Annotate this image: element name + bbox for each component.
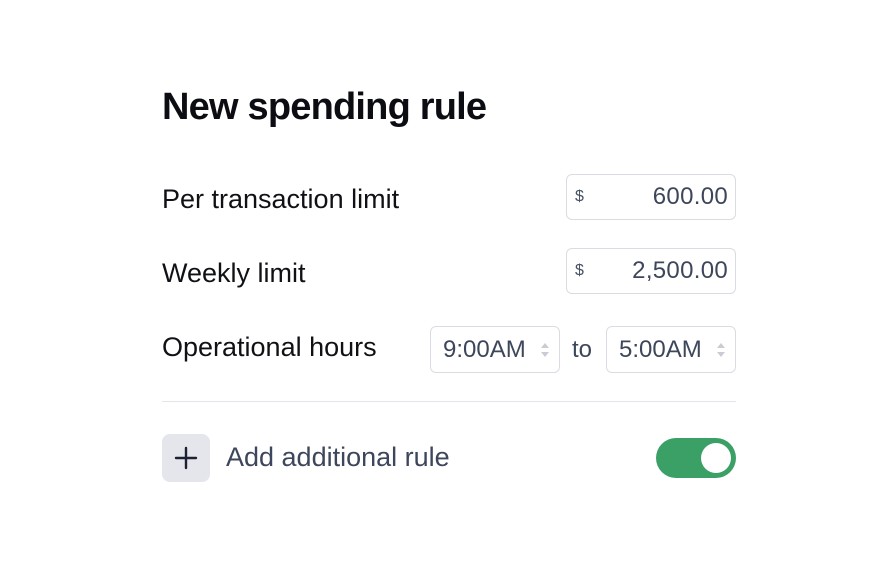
toggle-knob [701,443,731,473]
per-transaction-input[interactable]: $ 600.00 [566,174,736,220]
plus-icon [174,446,198,470]
add-rule-button[interactable] [162,434,210,482]
weekly-limit-value: 2,500.00 [632,257,728,284]
rule-toggle[interactable] [656,438,736,478]
currency-symbol: $ [575,188,584,205]
operational-hours-label: Operational hours [162,332,377,362]
time-separator: to [572,336,593,363]
currency-symbol: $ [575,262,584,279]
up-down-chevron-icon [541,343,549,357]
page-title: New spending rule [162,86,487,128]
per-transaction-label: Per transaction limit [162,184,400,214]
start-time-value: 9:00AM [443,336,526,363]
end-time-select[interactable]: 5:00AM [606,326,736,373]
end-time-value: 5:00AM [619,336,702,363]
weekly-limit-input[interactable]: $ 2,500.00 [566,248,736,294]
per-transaction-value: 600.00 [652,183,728,210]
divider [162,401,736,402]
weekly-limit-label: Weekly limit [162,258,306,288]
up-down-chevron-icon [717,343,725,357]
add-rule-label: Add additional rule [226,442,450,472]
start-time-select[interactable]: 9:00AM [430,326,560,373]
